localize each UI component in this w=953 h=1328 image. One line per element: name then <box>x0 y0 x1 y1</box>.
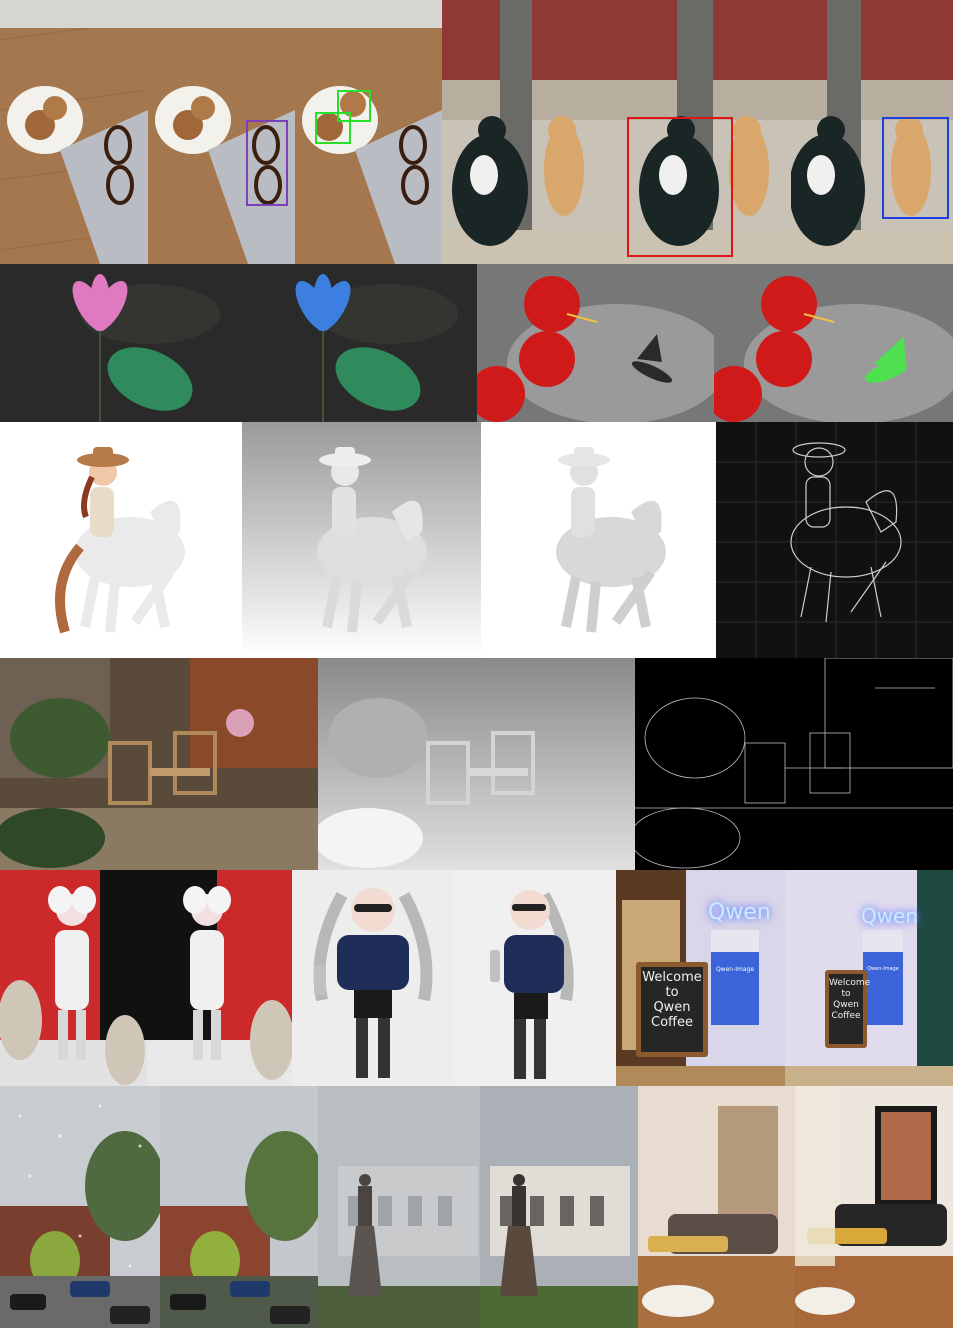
hibiscus-hummingbird <box>477 264 714 422</box>
house-snowy <box>0 1086 160 1328</box>
cookies-glasses-original <box>0 0 148 264</box>
courtyard-depth <box>318 658 635 870</box>
courtyard-color <box>0 658 318 870</box>
right-cat-bounding-box <box>882 117 949 219</box>
neon-sign-side: Qwen <box>861 904 919 928</box>
courtyard-edges <box>635 658 953 870</box>
cookies-glasses-glasses-detected <box>148 0 295 264</box>
statue-clear <box>480 1086 638 1328</box>
cookie-bounding-box-2 <box>315 112 351 144</box>
cafe-storefront-front: Qwen Welcome to Qwen Coffee Qwen-Image <box>616 870 785 1086</box>
chalkboard-side-line-3: Qwen <box>833 1000 859 1010</box>
chalkboard-text-side: Welcome to Qwen Coffee <box>829 978 871 1022</box>
cookies-glasses-cookies-detected <box>295 0 442 264</box>
cafe-storefront-side: Qwen Welcome to Qwen Coffee Qwen-Image <box>785 870 953 1086</box>
chalkboard-line-4: Coffee <box>651 1015 693 1030</box>
cats-left-cat-detected <box>617 0 791 264</box>
cats-original <box>442 0 617 264</box>
girl-navy-hoodie-front <box>292 870 454 1086</box>
lotus-blue <box>238 264 477 422</box>
sofa-sharp <box>795 1086 953 1328</box>
cowgirl-horse-gray <box>481 422 716 658</box>
left-cat-bounding-box <box>627 117 733 257</box>
chalkboard-line-1: Welcome <box>642 970 702 985</box>
statue-foggy <box>318 1086 480 1328</box>
cats-right-cat-detected <box>791 0 953 264</box>
poster-label-side: Qwen-Image <box>867 966 899 972</box>
chalkboard-side-line-2: to <box>841 989 851 999</box>
girl-red-background <box>0 870 147 1086</box>
girl-navy-hoodie-side <box>454 870 616 1086</box>
sofa-blurry <box>638 1086 795 1328</box>
chalkboard-line-2: to <box>665 985 679 1000</box>
cowgirl-horse-wireframe <box>716 422 953 658</box>
poster-label: Qwen-Image <box>715 966 755 973</box>
lotus-pink <box>0 264 238 422</box>
chalkboard-side-line-1: Welcome <box>829 978 871 988</box>
chalkboard-side-line-4: Coffee <box>831 1011 861 1021</box>
cowgirl-horse-depth <box>242 422 481 658</box>
hibiscus-hummingbird-green <box>714 264 953 422</box>
girl-red-background-alt <box>147 870 292 1086</box>
cowgirl-horse-color <box>0 422 242 658</box>
glasses-bounding-box <box>246 120 288 206</box>
chalkboard-line-3: Qwen <box>653 1000 691 1015</box>
chalkboard-text: Welcome to Qwen Coffee <box>641 970 703 1030</box>
neon-sign: Qwen <box>708 900 771 925</box>
house-clear <box>160 1086 318 1328</box>
